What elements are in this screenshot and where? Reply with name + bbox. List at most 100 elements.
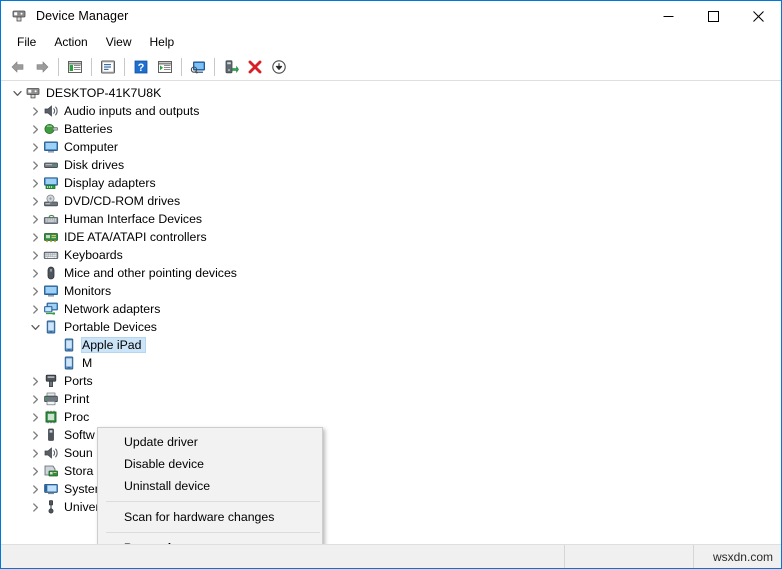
chevron-right-icon[interactable] xyxy=(27,139,43,155)
minimize-button[interactable] xyxy=(646,1,691,32)
tree-item-label: Print xyxy=(64,392,90,406)
menu-view[interactable]: View xyxy=(97,32,141,52)
chevron-right-icon[interactable] xyxy=(27,373,43,389)
svg-text:?: ? xyxy=(138,62,145,74)
tree-item-audio-inputs-and-outputs[interactable]: Audio inputs and outputs xyxy=(1,102,781,120)
tree-item-label: Apple iPad xyxy=(80,337,147,353)
red-x-icon[interactable] xyxy=(243,55,267,79)
tree-item-label: IDE ATA/ATAPI controllers xyxy=(64,230,207,244)
chevron-right-icon[interactable] xyxy=(27,175,43,191)
toolbar: ? xyxy=(1,53,781,81)
tree-root-computer[interactable]: DESKTOP-41K7U8K xyxy=(1,84,781,102)
tree-item-printers[interactable]: Print xyxy=(1,390,781,408)
chevron-right-icon[interactable] xyxy=(27,265,43,281)
disk-drive-icon xyxy=(43,157,59,173)
tree-item-dvd-cd-rom-drives[interactable]: DVD/CD-ROM drives xyxy=(1,192,781,210)
toolbar-separator-2 xyxy=(91,57,92,76)
forward-button[interactable] xyxy=(30,55,54,79)
tree-item-human-interface-devices[interactable]: Human Interface Devices xyxy=(1,210,781,228)
tree-root-label: DESKTOP-41K7U8K xyxy=(46,86,162,100)
menu-action[interactable]: Action xyxy=(45,32,96,52)
context-menu-update-driver[interactable]: Update driver xyxy=(98,431,322,453)
chevron-right-icon[interactable] xyxy=(27,283,43,299)
tree-item-ide-ata-atapi-controllers[interactable]: IDE ATA/ATAPI controllers xyxy=(1,228,781,246)
tree-item-label: Softw xyxy=(64,428,95,442)
chevron-right-icon[interactable] xyxy=(27,445,43,461)
device-tree[interactable]: DESKTOP-41K7U8K Audio inputs and outputs xyxy=(1,81,781,544)
tree-item-label: DVD/CD-ROM drives xyxy=(64,194,181,208)
chevron-right-icon[interactable] xyxy=(27,301,43,317)
tree-item-label: Proc xyxy=(64,410,90,424)
context-menu-disable-device[interactable]: Disable device xyxy=(98,453,322,475)
chevron-right-icon[interactable] xyxy=(27,481,43,497)
chevron-down-icon[interactable] xyxy=(27,319,43,335)
tree-item-disk-drives[interactable]: Disk drives xyxy=(1,156,781,174)
chevron-right-icon[interactable] xyxy=(27,391,43,407)
tree-item-network-adapters[interactable]: Network adapters xyxy=(1,300,781,318)
context-menu[interactable]: Update driver Disable device Uninstall d… xyxy=(97,427,323,544)
menu-help[interactable]: Help xyxy=(141,32,184,52)
chevron-right-icon[interactable] xyxy=(27,463,43,479)
tree-item-label: Network adapters xyxy=(64,302,161,316)
toolbar-separator-5 xyxy=(214,57,215,76)
chevron-right-icon[interactable] xyxy=(27,409,43,425)
portable-device-icon xyxy=(61,355,77,371)
context-menu-scan-for-hardware-changes[interactable]: Scan for hardware changes xyxy=(98,506,322,528)
help-question-icon[interactable]: ? xyxy=(129,55,153,79)
usb-icon xyxy=(43,499,59,515)
keyboard-icon xyxy=(43,247,59,263)
tree-item-portable-devices[interactable]: Portable Devices xyxy=(1,318,781,336)
tree-item-portable-device-2[interactable]: M xyxy=(1,354,781,372)
system-device-icon xyxy=(43,481,59,497)
port-icon xyxy=(43,373,59,389)
chevron-right-icon[interactable] xyxy=(27,103,43,119)
controller-card-icon xyxy=(43,229,59,245)
tree-item-apple-ipad[interactable]: Apple iPad xyxy=(1,336,781,354)
tree-item-computer[interactable]: Computer xyxy=(1,138,781,156)
context-menu-separator-2 xyxy=(106,532,320,533)
maximize-button[interactable] xyxy=(691,1,736,32)
tree-item-keyboards[interactable]: Keyboards xyxy=(1,246,781,264)
window-controls xyxy=(646,1,781,32)
menu-file[interactable]: File xyxy=(8,32,45,52)
tree-item-label: Display adapters xyxy=(64,176,156,190)
scan-window-icon[interactable] xyxy=(153,55,177,79)
chevron-down-icon[interactable] xyxy=(9,85,25,101)
tree-item-label: Disk drives xyxy=(64,158,125,172)
tree-item-label: Stora xyxy=(64,464,94,478)
chevron-right-icon[interactable] xyxy=(27,247,43,263)
chevron-right-icon[interactable] xyxy=(27,499,43,515)
tree-item-label: Portable Devices xyxy=(64,320,157,334)
tree-item-label: Ports xyxy=(64,374,93,388)
tree-item-label: Mice and other pointing devices xyxy=(64,266,237,280)
tree-item-label: M xyxy=(82,356,93,370)
chevron-right-icon[interactable] xyxy=(27,121,43,137)
close-button[interactable] xyxy=(736,1,781,32)
chevron-right-icon[interactable] xyxy=(27,427,43,443)
tree-item-display-adapters[interactable]: Display adapters xyxy=(1,174,781,192)
chevron-right-icon[interactable] xyxy=(27,157,43,173)
chevron-right-icon[interactable] xyxy=(27,193,43,209)
storage-controller-icon xyxy=(43,463,59,479)
context-menu-uninstall-device[interactable]: Uninstall device xyxy=(98,475,322,497)
tree-item-mice-and-other-pointing-devices[interactable]: Mice and other pointing devices xyxy=(1,264,781,282)
tree-item-processors[interactable]: Proc xyxy=(1,408,781,426)
software-device-icon xyxy=(43,427,59,443)
context-menu-properties[interactable]: Properties xyxy=(98,537,322,544)
chevron-right-icon[interactable] xyxy=(27,211,43,227)
tree-item-batteries[interactable]: Batteries xyxy=(1,120,781,138)
back-button[interactable] xyxy=(6,55,30,79)
chevron-right-icon[interactable] xyxy=(27,229,43,245)
console-tree-icon[interactable] xyxy=(63,55,87,79)
optical-drive-icon xyxy=(43,193,59,209)
properties-icon[interactable] xyxy=(96,55,120,79)
monitor-icon[interactable] xyxy=(186,55,210,79)
tree-item-monitors[interactable]: Monitors xyxy=(1,282,781,300)
update-driver-icon[interactable] xyxy=(219,55,243,79)
hid-icon xyxy=(43,211,59,227)
menu-bar: File Action View Help xyxy=(1,31,781,53)
monitor-blue-icon xyxy=(43,283,59,299)
window-title: Device Manager xyxy=(36,9,129,23)
disable-arrow-icon[interactable] xyxy=(267,55,291,79)
tree-item-ports[interactable]: Ports xyxy=(1,372,781,390)
